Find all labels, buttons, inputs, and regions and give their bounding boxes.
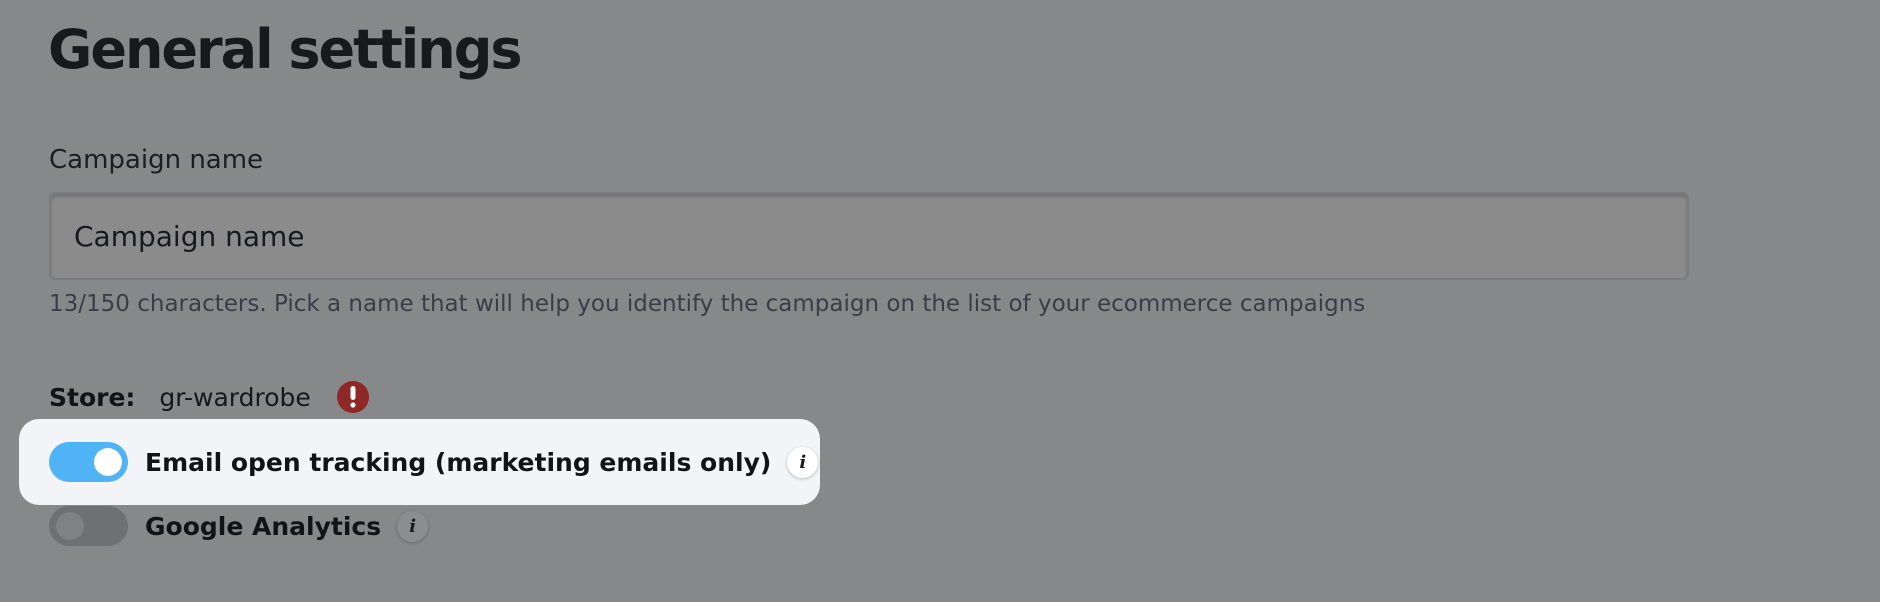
store-row: Store: gr-wardrobe	[49, 377, 369, 417]
google-analytics-row: Google Analytics i	[49, 506, 429, 546]
store-label: Store:	[49, 382, 136, 412]
toggle-knob	[56, 512, 84, 540]
page-title: General settings	[48, 18, 523, 81]
store-value: gr-wardrobe	[159, 382, 311, 412]
campaign-name-label: Campaign name	[49, 145, 264, 175]
email-open-tracking-label: Email open tracking (marketing emails on…	[145, 447, 772, 477]
google-analytics-label: Google Analytics	[145, 511, 382, 541]
email-open-tracking-row: Email open tracking (marketing emails on…	[49, 442, 819, 482]
exclamation-circle-icon[interactable]	[336, 381, 369, 413]
google-analytics-toggle[interactable]	[49, 506, 128, 546]
campaign-name-input[interactable]	[49, 192, 1689, 280]
toggle-knob	[94, 448, 122, 476]
info-icon[interactable]: i	[787, 446, 819, 478]
campaign-name-hint: 13/150 characters. Pick a name that will…	[49, 291, 1366, 317]
email-open-tracking-toggle[interactable]	[49, 442, 128, 482]
info-icon[interactable]: i	[397, 510, 429, 542]
